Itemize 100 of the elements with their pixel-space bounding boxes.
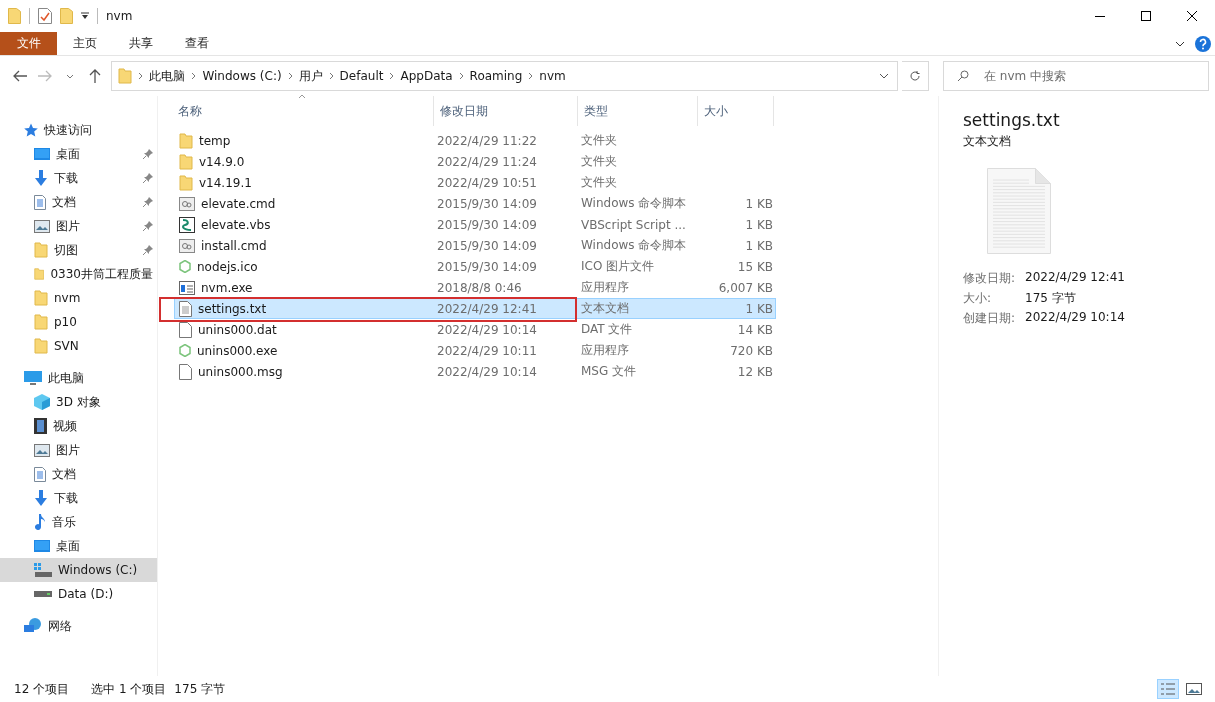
sidebar-item[interactable]: 切图 xyxy=(0,238,157,262)
network-icon xyxy=(24,618,42,634)
sidebar-item[interactable]: Data (D:) xyxy=(0,582,157,606)
breadcrumb-item[interactable]: 此电脑 xyxy=(149,67,186,85)
sidebar-item[interactable]: 下载 xyxy=(0,166,157,190)
file-name: nvm.exe xyxy=(201,280,253,295)
sidebar-item[interactable]: 桌面 xyxy=(0,534,157,558)
refresh-button[interactable] xyxy=(902,61,930,91)
ribbon-tab[interactable]: 共享 xyxy=(113,32,169,55)
sidebar-item[interactable]: 文档 xyxy=(0,190,157,214)
file-icon xyxy=(179,363,192,380)
properties-icon[interactable] xyxy=(38,8,52,24)
sidebar-item[interactable]: Windows (C:) xyxy=(0,558,157,582)
picture-icon xyxy=(34,219,50,233)
file-name: settings.txt xyxy=(198,301,267,316)
file-row[interactable]: elevate.vbs 2015/9/30 14:09 VBScript Script ... 1 KB xyxy=(174,214,776,235)
file-row[interactable]: elevate.cmd 2015/9/30 14:09 Windows 命令脚本 1 KB xyxy=(174,193,776,214)
dropdown-icon[interactable] xyxy=(879,73,890,79)
cube-icon xyxy=(34,394,50,410)
text-file-icon xyxy=(179,300,192,317)
file-row[interactable]: v14.9.0 2022/4/29 11:24 文件夹 xyxy=(174,151,776,172)
breadcrumb-item[interactable]: Default xyxy=(339,69,384,83)
selection-size: 175 字节 xyxy=(174,680,226,698)
drive-icon xyxy=(34,591,52,597)
breadcrumb-item[interactable]: AppData xyxy=(400,69,453,83)
sidebar-item[interactable]: 0330井筒工程质量 xyxy=(0,262,157,286)
document-icon xyxy=(34,466,46,482)
expand-ribbon-icon[interactable] xyxy=(1175,40,1185,47)
sidebar-item[interactable]: SVN xyxy=(0,334,157,358)
gear-file-icon xyxy=(179,196,195,211)
sidebar-item[interactable]: p10 xyxy=(0,310,157,334)
file-row[interactable]: unins000.dat 2022/4/29 10:14 DAT 文件 14 KB xyxy=(174,319,776,340)
column-header[interactable]: 修改日期 xyxy=(434,96,578,126)
type-cell-text: 文件夹 xyxy=(581,174,618,191)
download-arrow-icon xyxy=(34,170,48,186)
size-cell-text: 1 KB xyxy=(744,196,774,211)
size-cell-text: 12 KB xyxy=(736,364,774,379)
folder-icon xyxy=(34,266,45,282)
file-row[interactable]: nvm.exe 2018/8/8 0:46 应用程序 6,007 KB xyxy=(174,277,776,298)
script-icon xyxy=(179,216,195,233)
file-row[interactable]: unins000.exe 2022/4/29 10:11 应用程序 720 KB xyxy=(174,340,776,361)
sidebar-item[interactable]: 此电脑 xyxy=(0,366,157,390)
date-cell-text: 2018/8/8 0:46 xyxy=(437,280,523,295)
breadcrumb-item[interactable]: nvm xyxy=(539,69,566,83)
maximize-icon[interactable] xyxy=(1141,11,1151,21)
sidebar-item[interactable]: 音乐 xyxy=(0,510,157,534)
close-icon[interactable] xyxy=(1187,11,1197,21)
back-arrow-icon[interactable] xyxy=(13,70,28,82)
chevron-icon xyxy=(287,72,293,80)
breadcrumb-item[interactable]: Windows (C:) xyxy=(202,69,282,83)
folder-icon xyxy=(8,8,21,24)
dropdown-icon[interactable] xyxy=(81,12,89,20)
file-row[interactable]: v14.19.1 2022/4/29 10:51 文件夹 xyxy=(174,172,776,193)
chevron-down-icon[interactable] xyxy=(66,73,75,79)
window-title: nvm xyxy=(106,9,133,23)
sidebar-item[interactable]: 下载 xyxy=(0,486,157,510)
sidebar-item[interactable]: 视频 xyxy=(0,414,157,438)
date-cell-text: 2022/4/29 12:41 xyxy=(437,301,538,316)
sidebar-item[interactable]: 3D 对象 xyxy=(0,390,157,414)
ribbon-tab[interactable]: 主页 xyxy=(57,32,113,55)
file-menu-tab[interactable]: 文件 xyxy=(0,32,57,55)
breadcrumb-item[interactable]: 用户 xyxy=(298,67,323,85)
chevron-icon xyxy=(389,72,395,80)
file-row[interactable]: install.cmd 2015/9/30 14:09 Windows 命令脚本 1 KB xyxy=(174,235,776,256)
minimize-icon[interactable] xyxy=(1095,15,1105,17)
sidebar-item[interactable]: 文档 xyxy=(0,462,157,486)
column-header[interactable]: 名称 xyxy=(172,96,434,126)
drive-icon xyxy=(34,563,52,577)
type-cell-text: Windows 命令脚本 xyxy=(581,195,688,212)
sidebar-item[interactable]: 网络 xyxy=(0,614,157,638)
type-cell-text: 文件夹 xyxy=(581,132,618,149)
property-label: 大小: xyxy=(963,290,993,307)
column-header[interactable]: 类型 xyxy=(578,96,698,126)
breadcrumb-item[interactable]: Roaming xyxy=(469,69,523,83)
sidebar-item[interactable]: nvm xyxy=(0,286,157,310)
type-cell-text: 文件夹 xyxy=(581,153,618,170)
size-cell-text: 720 KB xyxy=(729,343,774,358)
file-name: elevate.vbs xyxy=(201,217,271,232)
hexagon-icon xyxy=(179,344,191,357)
help-icon[interactable] xyxy=(1195,35,1211,52)
size-cell-text: 14 KB xyxy=(736,322,774,337)
sidebar-item[interactable]: 图片 xyxy=(0,214,157,238)
preview-title: settings.txt xyxy=(963,110,1061,130)
size-cell-text: 1 KB xyxy=(744,301,774,316)
file-row[interactable]: nodejs.ico 2015/9/30 14:09 ICO 图片文件 15 KB xyxy=(174,256,776,277)
date-cell-text: 2022/4/29 11:22 xyxy=(437,133,538,148)
type-cell-text: 应用程序 xyxy=(581,342,630,359)
file-row[interactable]: temp 2022/4/29 11:22 文件夹 xyxy=(174,130,776,151)
search-field[interactable]: 在 nvm 中搜索 xyxy=(943,61,1210,91)
gear-file-icon xyxy=(179,238,195,253)
chevron-icon xyxy=(328,72,334,80)
column-header[interactable]: 大小 xyxy=(698,96,774,126)
up-arrow-icon[interactable] xyxy=(89,69,101,83)
file-row[interactable]: unins000.msg 2022/4/29 10:14 MSG 文件 12 KB xyxy=(174,361,776,382)
file-name: install.cmd xyxy=(201,238,267,253)
sidebar-item[interactable]: 快速访问 xyxy=(0,118,157,142)
sidebar-item[interactable]: 图片 xyxy=(0,438,157,462)
sidebar-item[interactable]: 桌面 xyxy=(0,142,157,166)
address-bar[interactable]: 此电脑 Windows (C:) 用户 Default AppData Roaming nvm xyxy=(111,61,899,91)
ribbon-tab[interactable]: 查看 xyxy=(169,32,225,55)
